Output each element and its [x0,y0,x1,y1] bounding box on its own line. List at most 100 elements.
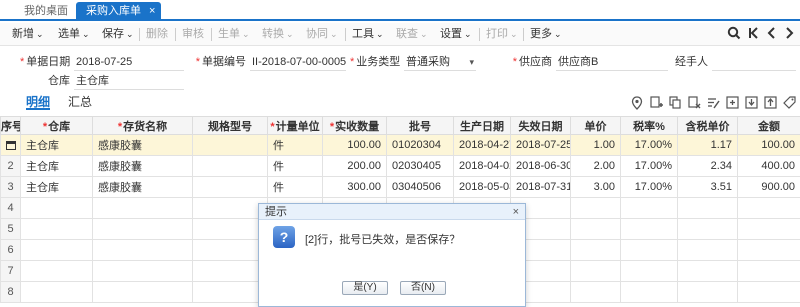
table-cell[interactable] [192,155,268,177]
tab-purchase-receipt[interactable]: 采购入库单 × [76,2,162,21]
save-button[interactable]: 保存 ⌄ [102,23,134,46]
table-cell[interactable]: 2018-04-02 [453,155,511,177]
new-button[interactable]: 新增 ⌄ [12,23,44,46]
insert-row-icon[interactable] [649,96,663,110]
table-cell[interactable] [620,260,678,282]
table-cell[interactable]: 件 [267,134,323,156]
add-column-icon[interactable] [725,96,739,110]
next-record-icon[interactable] [780,26,797,43]
table-cell[interactable] [20,260,93,282]
batch-edit-icon[interactable] [706,96,720,110]
table-cell[interactable] [677,218,738,240]
column-header[interactable]: 金额 [737,116,800,135]
more-button[interactable]: 更多 ⌄ [530,23,562,46]
table-cell[interactable] [192,218,268,240]
column-header[interactable]: 单价 [570,116,621,135]
column-header[interactable]: *实收数量 [322,116,387,135]
table-cell[interactable]: 感康胶囊 [92,155,193,177]
table-cell[interactable]: 17.00% [620,134,678,156]
column-header[interactable]: 失效日期 [510,116,571,135]
prev-record-icon[interactable] [763,26,780,43]
column-header[interactable]: 规格型号 [192,116,268,135]
table-cell[interactable] [737,281,800,303]
table-cell[interactable]: 感康胶囊 [92,176,193,198]
table-cell[interactable] [20,239,93,261]
column-header[interactable]: 生产日期 [453,116,511,135]
close-icon[interactable]: × [513,204,519,220]
table-cell[interactable] [737,239,800,261]
table-cell[interactable]: 2018-07-25 [510,134,571,156]
tag-icon[interactable] [782,96,796,110]
table-cell[interactable]: 100.00 [737,134,800,156]
row-menu-icon[interactable] [5,140,16,150]
table-cell[interactable] [677,260,738,282]
table-cell[interactable] [20,197,93,219]
table-cell[interactable]: 17.00% [620,155,678,177]
table-cell[interactable]: 3.51 [677,176,738,198]
tools-button[interactable]: 工具 ⌄ [352,23,384,46]
table-cell[interactable] [20,218,93,240]
first-record-icon[interactable] [745,26,762,43]
table-cell[interactable] [92,197,193,219]
table-cell[interactable]: 主仓库 [20,134,93,156]
copy-row-icon[interactable] [668,96,682,110]
tab-detail[interactable]: 明细 [26,94,51,110]
table-cell[interactable]: 400.00 [737,155,800,177]
table-cell[interactable] [620,239,678,261]
table-cell[interactable]: 3.00 [570,176,621,198]
table-cell[interactable]: 200.00 [322,155,387,177]
settings-button[interactable]: 设置 ⌄ [440,23,472,46]
table-cell[interactable] [192,260,268,282]
table-cell[interactable] [677,239,738,261]
table-cell[interactable] [570,218,621,240]
table-cell[interactable] [570,260,621,282]
table-cell[interactable]: 2018-07-31 [510,176,571,198]
table-cell[interactable]: 1.17 [677,134,738,156]
table-cell[interactable] [92,260,193,282]
table-cell[interactable]: 2.34 [677,155,738,177]
table-cell[interactable] [192,134,268,156]
column-header[interactable]: *计量单位 [267,116,323,135]
table-cell[interactable] [192,239,268,261]
table-cell[interactable] [92,218,193,240]
table-cell[interactable]: 03040506 [386,176,454,198]
supplier-field[interactable]: 供应商B [556,53,668,71]
convert-button[interactable]: 转换 ⌄ [262,23,294,46]
table-cell[interactable] [737,197,800,219]
table-cell[interactable] [192,197,268,219]
audit-button[interactable]: 审核 [182,23,204,46]
export-icon[interactable] [763,96,777,110]
no-button[interactable]: 否(N) [400,281,446,295]
column-header[interactable]: 税率% [620,116,678,135]
table-cell[interactable]: 17.00% [620,176,678,198]
table-cell[interactable] [620,218,678,240]
location-icon[interactable] [630,96,644,110]
table-cell[interactable] [570,197,621,219]
table-cell[interactable]: 2018-04-27 [453,134,511,156]
column-header[interactable]: *存货名称 [92,116,193,135]
select-doc-button[interactable]: 选单 ⌄ [58,23,90,46]
column-header[interactable]: *仓库 [20,116,93,135]
table-cell[interactable] [620,197,678,219]
tab-home[interactable]: 我的桌面 [14,2,78,21]
delete-button[interactable]: 删除 [146,23,168,46]
table-cell[interactable] [192,176,268,198]
biz-type-select[interactable]: 普通采购 ▾ [404,53,476,71]
table-cell[interactable] [737,260,800,282]
column-header[interactable]: 含税单价 [677,116,738,135]
table-cell[interactable]: 02030405 [386,155,454,177]
table-cell[interactable] [737,218,800,240]
table-cell[interactable] [92,239,193,261]
collab-button[interactable]: 协同 ⌄ [306,23,338,46]
generate-button[interactable]: 生单 ⌄ [218,23,250,46]
table-cell[interactable]: 件 [267,176,323,198]
handler-field[interactable] [712,53,796,71]
table-cell[interactable]: 1.00 [570,134,621,156]
table-cell[interactable]: 2018-05-03 [453,176,511,198]
table-cell[interactable] [677,197,738,219]
table-row[interactable]: 3 主仓库 感康胶囊 件 300.00 03040506 2018-05-03 2018-07… [0,176,800,198]
table-cell[interactable] [570,239,621,261]
table-cell[interactable]: 件 [267,155,323,177]
table-cell[interactable] [620,281,678,303]
table-cell[interactable]: 主仓库 [20,176,93,198]
